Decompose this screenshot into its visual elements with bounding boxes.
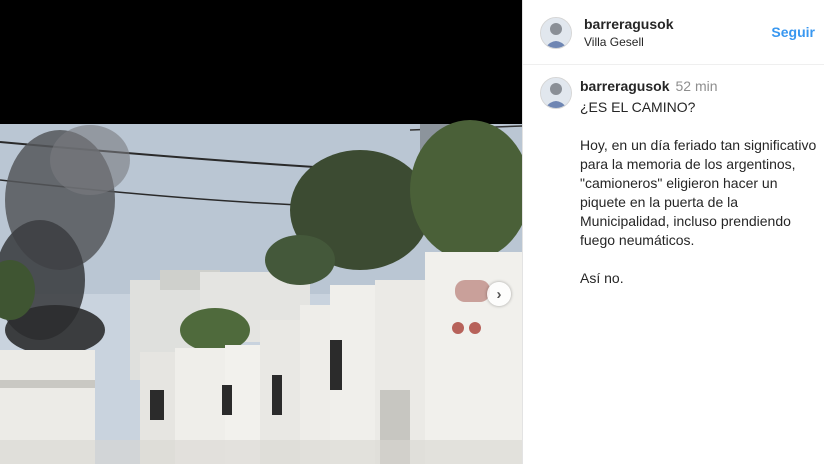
caption-line: fuego neumáticos. (580, 232, 695, 248)
caption-line: piquete en la puerta de la (580, 194, 739, 210)
caption-line: "camioneros" eligieron hacer un (580, 175, 778, 191)
post-time: 52 min (675, 78, 718, 94)
chevron-right-icon: › (496, 285, 502, 303)
avatar[interactable] (540, 77, 572, 109)
caption-line: ¿ES EL CAMINO? (580, 99, 696, 115)
user-avatar-icon (541, 18, 571, 48)
caption-username[interactable]: barreragusok (580, 78, 669, 94)
caption-line: Así no. (580, 270, 624, 286)
location-link[interactable]: Villa Gesell (584, 35, 644, 49)
caption-text: ¿ES EL CAMINO? Hoy, en un día feriado ta… (580, 98, 824, 288)
post-media[interactable]: › (0, 0, 522, 464)
caption-line: Municipalidad, incluso prendiendo (580, 213, 791, 229)
caption-header: barreragusok 52 min (580, 78, 718, 94)
post-sidebar: barreragusok Villa Gesell Seguir barrera… (522, 0, 824, 464)
avatar[interactable] (540, 17, 572, 49)
header-username[interactable]: barreragusok (584, 16, 673, 32)
post-header: barreragusok Villa Gesell Seguir (523, 0, 824, 65)
video-frame (0, 0, 522, 464)
caption-line: Hoy, en un día feriado tan significativo (580, 137, 817, 153)
follow-button[interactable]: Seguir (771, 24, 815, 40)
caption-line: para la memoria de los argentinos, (580, 156, 796, 172)
user-avatar-icon (541, 78, 571, 108)
next-media-button[interactable]: › (487, 282, 511, 306)
